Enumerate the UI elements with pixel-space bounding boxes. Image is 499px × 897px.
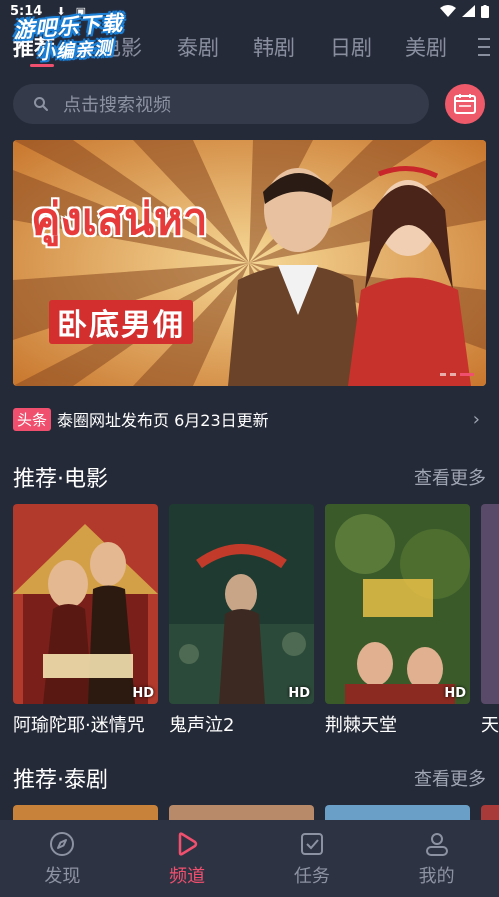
tab-thai-drama[interactable]: 泰剧	[177, 32, 219, 62]
search-input[interactable]: 点击搜索视频	[13, 84, 429, 124]
headline-text: 泰圈网址发布页 6月23日更新	[57, 411, 269, 430]
movie-card-row: HD 阿瑜陀耶·迷情咒 HD 鬼声泣2 HD 荆棘天堂 天	[13, 504, 499, 744]
see-more-link[interactable]: 查看更多	[414, 765, 486, 791]
chevron-right-icon: ›	[472, 408, 480, 430]
tab-japanese-drama[interactable]: 日剧	[330, 32, 372, 62]
headline-bar[interactable]: 头条 泰圈网址发布页 6月23日更新 ›	[13, 404, 486, 434]
section-header-thai-drama: 推荐·泰剧 查看更多	[13, 763, 486, 793]
movie-card[interactable]: 天	[481, 504, 499, 737]
signal-icon	[462, 5, 475, 17]
nav-label: 我的	[418, 866, 455, 887]
task-check-icon	[300, 833, 323, 855]
tab-us-drama[interactable]: 美剧	[405, 32, 447, 62]
nav-tasks[interactable]: 任务	[250, 820, 375, 897]
section-title: 推荐·泰剧	[13, 768, 108, 793]
movie-poster: HD	[325, 504, 470, 704]
banner-dot-active	[460, 373, 474, 376]
user-icon	[425, 833, 448, 856]
nav-profile[interactable]: 我的	[374, 820, 499, 897]
movie-poster	[481, 504, 499, 704]
tab-korean-drama[interactable]: 韩剧	[253, 32, 295, 62]
banner-title-thai: คู่งเสน่หา	[31, 194, 208, 245]
movie-card[interactable]: HD 阿瑜陀耶·迷情咒	[13, 504, 158, 737]
status-right-icons	[440, 4, 489, 18]
nav-channel[interactable]: 频道	[125, 820, 250, 897]
section-header-movies: 推荐·电影 查看更多	[13, 462, 486, 492]
nav-label: 频道	[169, 866, 206, 887]
banner-image	[13, 140, 486, 386]
movie-card[interactable]: HD 鬼声泣2	[169, 504, 314, 737]
battery-icon	[481, 4, 489, 18]
movie-poster: HD	[13, 504, 158, 704]
movie-poster: HD	[169, 504, 314, 704]
watermark-logo: 游吧乐下载 小编亲测	[12, 5, 151, 70]
hd-badge: HD	[288, 686, 310, 701]
tabs-more-icon[interactable]	[477, 34, 491, 60]
hd-badge: HD	[132, 686, 154, 701]
banner-carousel[interactable]: คู่งเสน่หา 卧底男佣	[13, 140, 486, 386]
nav-label: 发现	[44, 866, 81, 887]
compass-icon	[50, 832, 75, 856]
hd-badge: HD	[444, 686, 466, 701]
play-icon	[178, 832, 198, 856]
movie-title: 荆棘天堂	[325, 715, 397, 736]
banner-pagination	[440, 373, 474, 376]
banner-title-cn: 卧底男佣	[49, 300, 193, 344]
bottom-navigation: 发现 频道 任务 我的	[0, 820, 499, 897]
section-title: 推荐·电影	[13, 467, 108, 492]
see-more-link[interactable]: 查看更多	[414, 464, 486, 490]
calendar-button[interactable]	[445, 84, 485, 124]
search-icon	[34, 97, 48, 111]
movie-title: 阿瑜陀耶·迷情咒	[13, 715, 145, 736]
movie-card[interactable]: HD 荆棘天堂	[325, 504, 470, 737]
calendar-icon	[454, 94, 476, 114]
headline-badge: 头条	[13, 407, 52, 431]
movie-title: 鬼声泣2	[169, 715, 235, 736]
nav-label: 任务	[293, 866, 330, 887]
search-placeholder: 点击搜索视频	[63, 95, 171, 116]
banner-dot	[440, 373, 446, 376]
banner-dot	[450, 373, 456, 376]
movie-title: 天	[481, 715, 499, 736]
nav-discover[interactable]: 发现	[0, 820, 125, 897]
wifi-icon	[440, 5, 456, 17]
